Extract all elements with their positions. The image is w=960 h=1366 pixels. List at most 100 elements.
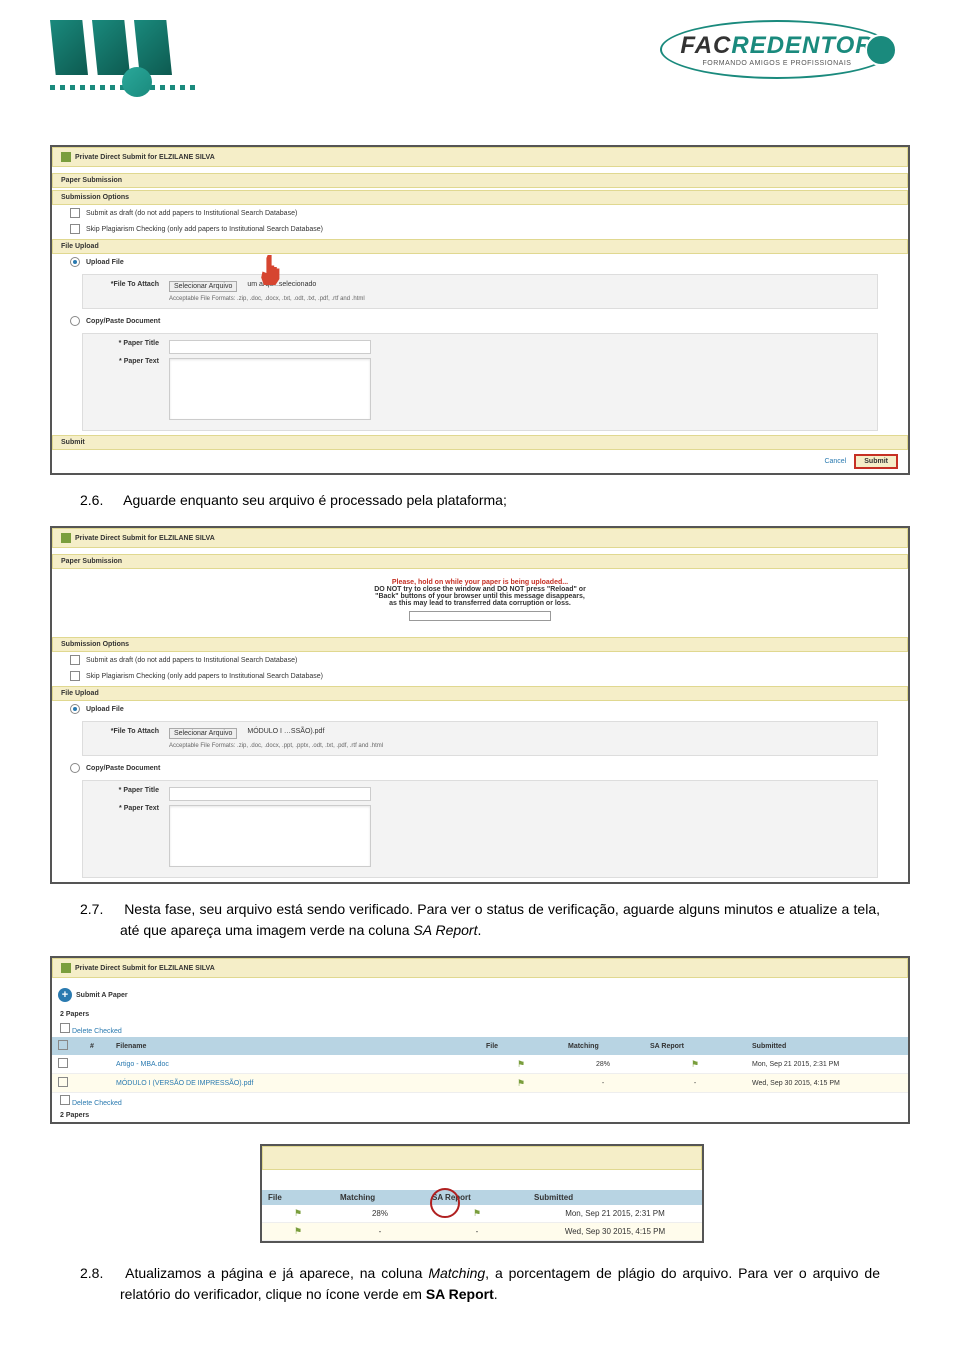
checkbox-icon[interactable] (60, 1023, 70, 1033)
file-selected-text: um arqu...selecionado (247, 281, 316, 288)
radio-icon[interactable] (70, 704, 80, 714)
upload-wait-red: Please, hold on while your paper is bein… (62, 579, 898, 586)
file-icon[interactable]: ⚑ (294, 1208, 302, 1218)
step-28-text: 2.8. Atualizamos a página e já aparece, … (120, 1263, 880, 1305)
filename-link[interactable]: MÓDULO I (VERSÃO DE IMPRESSÃO).pdf (116, 1080, 253, 1087)
select-file-button[interactable]: Selecionar Arquivo (169, 281, 237, 292)
file-selected-text: MÓDULO I …SSÃO).pdf (247, 728, 324, 735)
table-row: ⚑ 28% ⚑ Mon, Sep 21 2015, 2:31 PM (262, 1205, 702, 1223)
screenshot-papers-list: Private Direct Submit for ELZILANE SILVA… (50, 956, 910, 1124)
step-body: Nesta fase, seu arquivo está sendo verif… (120, 901, 880, 938)
copy-paste-option[interactable]: Copy/Paste Document (52, 760, 908, 776)
section-submission-options: Submission Options (52, 637, 908, 652)
upload-block: *File To Attach Selecionar Arquivo MÓDUL… (82, 721, 878, 756)
submitted-value: Mon, Sep 21 2015, 2:31 PM (746, 1055, 908, 1074)
upload-warning-1: DO NOT try to close the window and DO NO… (374, 586, 586, 593)
user-icon (61, 533, 71, 543)
paper-title-input[interactable] (169, 787, 371, 801)
table-row: ⚑ - - Wed, Sep 30 2015, 4:15 PM (262, 1223, 702, 1241)
submit-paper-button[interactable]: + Submit A Paper (58, 988, 128, 1002)
submit-button[interactable]: Submit (854, 454, 898, 469)
radio-icon[interactable] (70, 316, 80, 326)
col-matching: Matching (334, 1190, 426, 1205)
progress-bar (409, 611, 551, 621)
upload-warning-2: "Back" buttons of your browser until thi… (375, 593, 585, 600)
paper-text-input[interactable] (169, 358, 371, 420)
facredentor-logo: FACREDENTOR FORMANDO AMIGOS E PROFISSION… (660, 20, 910, 79)
section-file-upload: File Upload (52, 686, 908, 701)
col-num: # (84, 1037, 110, 1055)
option-skip-label: Skip Plagiarism Checking (only add paper… (86, 673, 323, 680)
submitted-value: Wed, Sep 30 2015, 4:15 PM (528, 1223, 702, 1241)
papers-table: # Filename File Matching SA Report Submi… (52, 1037, 908, 1093)
checkbox-icon[interactable] (70, 655, 80, 665)
paper-title-label: * Paper Title (89, 787, 159, 794)
copy-paste-option[interactable]: Copy/Paste Document (52, 313, 908, 329)
zoomed-table: File Matching SA Report Submitted ⚑ 28% … (262, 1190, 702, 1241)
logo-redentor: REDENTOR (731, 32, 873, 59)
ead-logo (50, 20, 210, 115)
paper-text-input[interactable] (169, 805, 371, 867)
screenshot-uploading: Private Direct Submit for ELZILANE SILVA… (50, 526, 910, 884)
sareport-icon[interactable]: ⚑ (473, 1208, 481, 1218)
papers-count: 2 Papers (52, 1008, 908, 1021)
paper-title-input[interactable] (169, 340, 371, 354)
step-number: 2.6. (80, 490, 120, 511)
table-row: Artigo - MBA.doc ⚑ 28% ⚑ Mon, Sep 21 201… (52, 1055, 908, 1074)
copy-paste-label: Copy/Paste Document (86, 765, 160, 772)
row-checkbox[interactable] (58, 1077, 68, 1087)
row-checkbox[interactable] (58, 1058, 68, 1068)
ead-letter-a (92, 20, 130, 75)
matching-value: - (334, 1223, 426, 1241)
step-26-text: 2.6. Aguarde enquanto seu arquivo é proc… (120, 490, 880, 511)
radio-icon[interactable] (70, 763, 80, 773)
option-draft[interactable]: Submit as draft (do not add papers to In… (52, 652, 908, 668)
upload-file-label: Upload File (86, 706, 124, 713)
delete-checked-link[interactable]: Delete Checked (72, 1028, 122, 1035)
sareport-icon[interactable]: ⚑ (691, 1059, 699, 1069)
step-number: 2.8. (80, 1263, 120, 1284)
file-icon[interactable]: ⚑ (517, 1059, 525, 1069)
checkbox-icon[interactable] (60, 1095, 70, 1105)
copy-paste-block: * Paper Title * Paper Text (82, 333, 878, 431)
checkbox-icon[interactable] (70, 671, 80, 681)
upload-file-option[interactable]: Upload File (52, 701, 908, 717)
user-icon (61, 963, 71, 973)
checkbox-icon[interactable] (70, 208, 80, 218)
filename-link[interactable]: Artigo - MBA.doc (116, 1061, 169, 1068)
cancel-button[interactable]: Cancel (824, 458, 846, 465)
step-body3: . (494, 1286, 498, 1302)
file-icon[interactable]: ⚑ (517, 1078, 525, 1088)
user-icon (61, 152, 71, 162)
option-draft-label: Submit as draft (do not add papers to In… (86, 657, 297, 664)
delete-checked-link[interactable]: Delete Checked (72, 1100, 122, 1107)
paper-text-label: * Paper Text (89, 358, 159, 365)
table-header-row: File Matching SA Report Submitted (262, 1190, 702, 1205)
upload-warning-3: as this may lead to transferred data cor… (389, 600, 571, 607)
checkbox-icon[interactable] (70, 224, 80, 234)
option-skip-plagiarism[interactable]: Skip Plagiarism Checking (only add paper… (52, 221, 908, 237)
file-icon[interactable]: ⚑ (294, 1226, 302, 1236)
step-number: 2.7. (80, 899, 120, 920)
option-skip-plagiarism[interactable]: Skip Plagiarism Checking (only add paper… (52, 668, 908, 684)
radio-icon[interactable] (70, 257, 80, 267)
paper-text-label: * Paper Text (89, 805, 159, 812)
panel-title-text: Private Direct Submit for ELZILANE SILVA (75, 535, 215, 542)
col-file: File (480, 1037, 562, 1055)
upload-message: Please, hold on while your paper is bein… (52, 569, 908, 635)
section-file-upload: File Upload (52, 239, 908, 254)
option-draft[interactable]: Submit as draft (do not add papers to In… (52, 205, 908, 221)
panel-title: Private Direct Submit for ELZILANE SILVA (52, 528, 908, 548)
logo-fac: FAC (680, 32, 731, 59)
upload-block: *File To Attach Selecionar Arquivo um ar… (82, 274, 878, 309)
upload-file-label: Upload File (86, 259, 124, 266)
select-file-button[interactable]: Selecionar Arquivo (169, 728, 237, 739)
file-formats-text: Acceptable File Formats: .zip, .doc, .do… (169, 743, 871, 749)
step-body: Aguarde enquanto seu arquivo é processad… (123, 492, 507, 508)
red-circle-highlight (430, 1188, 460, 1218)
submitted-value: Wed, Sep 30 2015, 4:15 PM (746, 1074, 908, 1093)
papers-count-bottom: 2 Papers (52, 1109, 908, 1122)
checkbox-header[interactable] (58, 1040, 68, 1050)
copy-paste-label: Copy/Paste Document (86, 318, 160, 325)
upload-file-option[interactable]: Upload File (52, 254, 908, 270)
